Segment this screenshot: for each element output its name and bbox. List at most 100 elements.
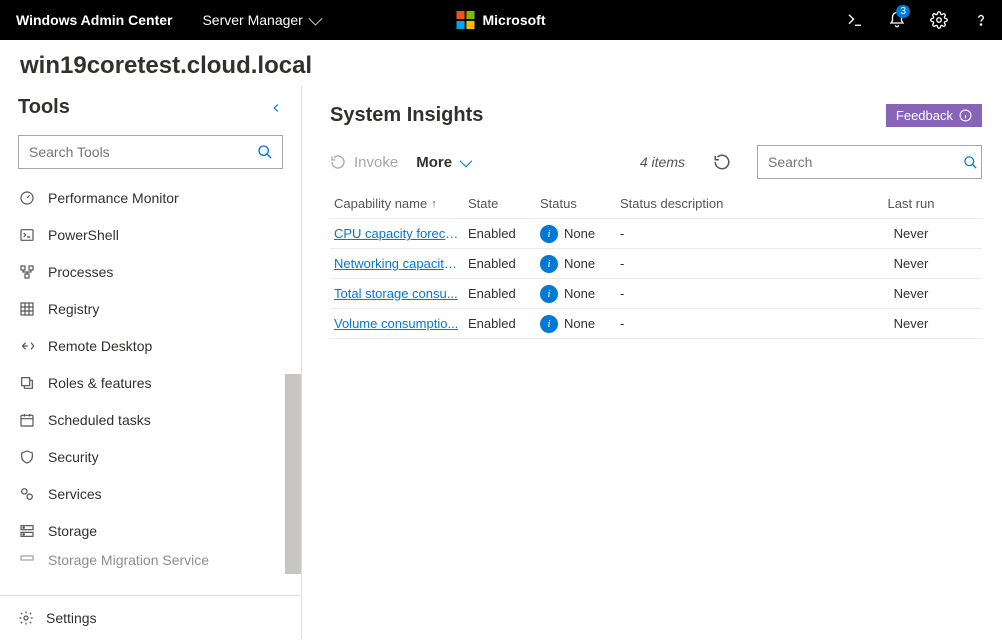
cell-state: Enabled	[468, 316, 540, 331]
col-status[interactable]: Status	[540, 196, 620, 211]
sidebar-item-label: Roles & features	[48, 375, 152, 391]
sidebar-item-label: Services	[48, 486, 102, 502]
cell-status: iNone	[540, 285, 620, 303]
info-icon: i	[540, 225, 558, 243]
sidebar-item-label: Storage	[48, 523, 97, 539]
capability-link[interactable]: Total storage consu...	[334, 286, 458, 301]
undo-icon	[330, 154, 346, 170]
sort-asc-icon: ↑	[431, 198, 437, 210]
microsoft-icon	[457, 11, 475, 29]
table-row[interactable]: Volume consumptio...EnablediNone-Never	[330, 309, 982, 339]
sidebar-item-label: Scheduled tasks	[48, 412, 151, 428]
cell-status: iNone	[540, 255, 620, 273]
item-count: 4 items	[640, 154, 685, 170]
col-state[interactable]: State	[468, 196, 540, 211]
capability-link[interactable]: CPU capacity forecas...	[334, 226, 460, 241]
cell-description: -	[620, 226, 840, 241]
storage-icon	[18, 522, 36, 540]
more-label: More	[416, 154, 452, 171]
sidebar-item-scheduled-tasks[interactable]: Scheduled tasks	[0, 401, 301, 438]
server-manager-label: Server Manager	[202, 12, 302, 28]
settings-label: Settings	[46, 610, 97, 626]
remote-icon	[18, 337, 36, 355]
notifications-icon[interactable]: 3	[876, 0, 918, 40]
info-icon	[959, 109, 972, 122]
info-icon: i	[540, 315, 558, 333]
cell-description: -	[620, 316, 840, 331]
sidebar-item-powershell[interactable]: PowerShell	[0, 216, 301, 253]
invoke-button: Invoke	[330, 154, 398, 171]
sidebar-item-processes[interactable]: Processes	[0, 253, 301, 290]
table-row[interactable]: Networking capacity... EnablediNone-Never	[330, 249, 982, 279]
sidebar-item-label: Registry	[48, 301, 99, 317]
tool-list: Performance Monitor PowerShell Processes…	[0, 179, 301, 595]
insights-table: Capability name ↑ State Status Status de…	[330, 189, 982, 339]
server-manager-dropdown[interactable]: Server Manager	[188, 12, 332, 28]
cell-last-run: Never	[840, 226, 982, 241]
sidebar-settings[interactable]: Settings	[0, 595, 301, 639]
more-dropdown[interactable]: More	[416, 154, 469, 171]
sidebar-item-services[interactable]: Services	[0, 475, 301, 512]
chevron-down-icon	[460, 154, 473, 167]
refresh-icon	[713, 153, 731, 171]
terminal-icon	[18, 226, 36, 244]
table-row[interactable]: CPU capacity forecas... EnablediNone-Neve…	[330, 219, 982, 249]
chevron-down-icon	[308, 12, 322, 26]
table-header: Capability name ↑ State Status Status de…	[330, 189, 982, 219]
server-name-heading: win19coretest.cloud.local	[0, 40, 1002, 86]
info-icon: i	[540, 285, 558, 303]
gear-icon	[18, 610, 34, 626]
grid-icon	[18, 300, 36, 318]
sidebar-title: Tools	[18, 96, 70, 119]
topbar-icons: 3	[834, 0, 1002, 40]
feedback-label: Feedback	[896, 108, 953, 123]
shield-icon	[18, 448, 36, 466]
settings-icon[interactable]	[918, 0, 960, 40]
sidebar-item-security[interactable]: Security	[0, 438, 301, 475]
cell-last-run: Never	[840, 256, 982, 271]
table-search-box[interactable]	[757, 145, 982, 179]
col-last-run[interactable]: Last run	[840, 196, 982, 211]
sidebar-item-label: Storage Migration Service	[48, 552, 209, 568]
cell-state: Enabled	[468, 226, 540, 241]
sidebar-scrollbar[interactable]	[285, 374, 301, 574]
cell-description: -	[620, 286, 840, 301]
sidebar-item-performance-monitor[interactable]: Performance Monitor	[0, 179, 301, 216]
sidebar-item-registry[interactable]: Registry	[0, 290, 301, 327]
search-icon[interactable]	[248, 144, 282, 160]
calendar-icon	[18, 411, 36, 429]
tree-icon	[18, 263, 36, 281]
info-icon: i	[540, 255, 558, 273]
brand-label[interactable]: Windows Admin Center	[0, 12, 188, 28]
capability-link[interactable]: Volume consumptio...	[334, 316, 458, 331]
sidebar-item-label: PowerShell	[48, 227, 119, 243]
capability-link[interactable]: Networking capacity...	[334, 256, 460, 271]
table-row[interactable]: Total storage consu... EnablediNone-Never	[330, 279, 982, 309]
search-icon[interactable]	[959, 155, 981, 170]
sidebar-item-roles-features[interactable]: Roles & features	[0, 364, 301, 401]
sidebar-item-label: Remote Desktop	[48, 338, 152, 354]
table-search-input[interactable]	[758, 154, 959, 170]
sidebar-item-remote-desktop[interactable]: Remote Desktop	[0, 327, 301, 364]
cloud-shell-icon[interactable]	[834, 0, 876, 40]
refresh-button[interactable]	[713, 153, 731, 171]
cell-status: iNone	[540, 315, 620, 333]
tools-search-box[interactable]	[18, 135, 283, 169]
cell-status: iNone	[540, 225, 620, 243]
col-description[interactable]: Status description	[620, 196, 840, 211]
feedback-button[interactable]: Feedback	[886, 104, 982, 127]
cell-state: Enabled	[468, 256, 540, 271]
microsoft-label: Microsoft	[483, 12, 546, 28]
help-icon[interactable]	[960, 0, 1002, 40]
sidebar-item-storage-migration[interactable]: Storage Migration Service	[0, 549, 301, 571]
tools-search-input[interactable]	[19, 144, 248, 160]
col-capability[interactable]: Capability name ↑	[330, 196, 468, 211]
sidebar-item-label: Processes	[48, 264, 113, 280]
cell-description: -	[620, 256, 840, 271]
collapse-sidebar-icon[interactable]	[269, 101, 283, 115]
top-bar: Windows Admin Center Server Manager Micr…	[0, 0, 1002, 40]
sidebar-item-storage[interactable]: Storage	[0, 512, 301, 549]
cell-last-run: Never	[840, 286, 982, 301]
notification-badge: 3	[896, 5, 910, 18]
cell-state: Enabled	[468, 286, 540, 301]
